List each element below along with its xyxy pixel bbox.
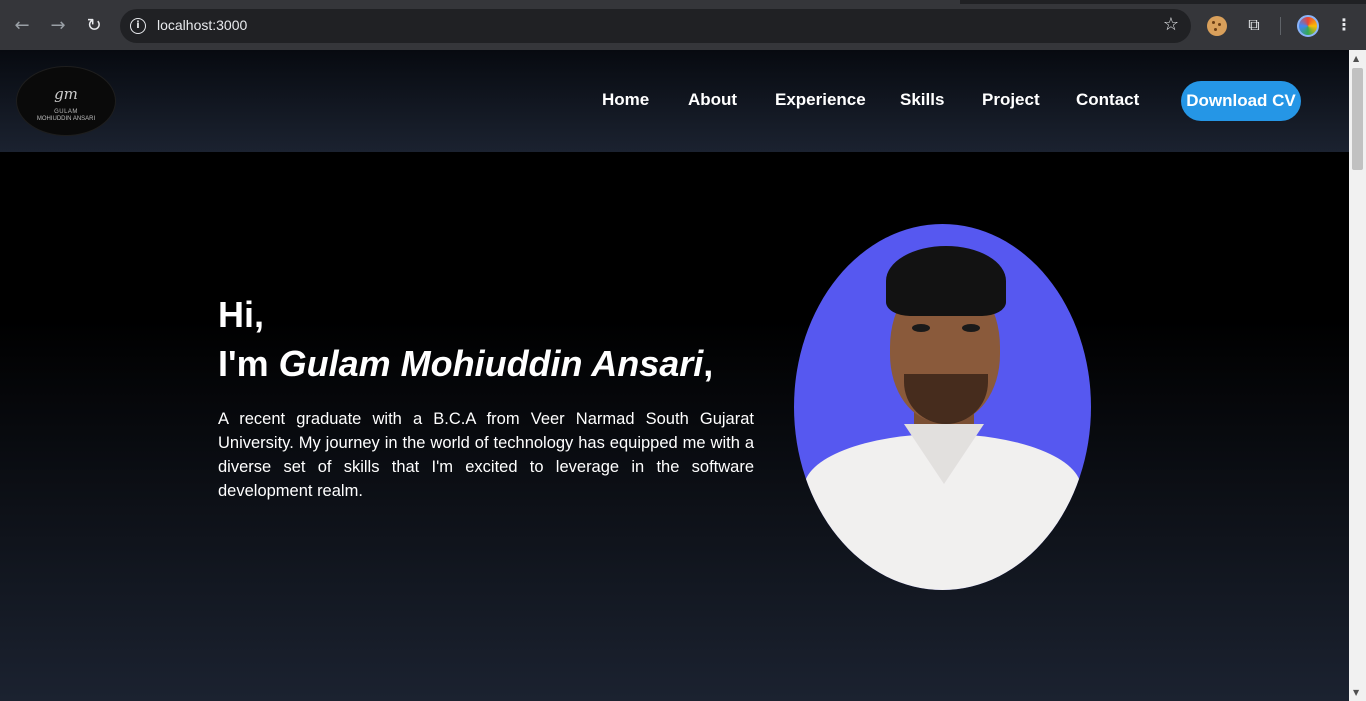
browser-toolbar: ← → ↻ i localhost:3000 ☆ ⧉ ⋮ [0, 0, 1366, 50]
site-header: gm GULAM MOHIUDDIN ANSARI Home About Exp… [0, 50, 1349, 152]
scrollbar-thumb[interactable] [1352, 68, 1363, 170]
tab-strip [0, 0, 1366, 4]
cookie-icon[interactable] [1207, 16, 1227, 36]
nav-about[interactable]: About [688, 90, 737, 110]
photo-eye-left [912, 324, 930, 332]
nav-experience[interactable]: Experience [775, 90, 866, 110]
logo-text-line2: MOHIUDDIN ANSARI [36, 116, 96, 122]
site-logo[interactable]: gm GULAM MOHIUDDIN ANSARI [16, 66, 116, 136]
logo-monogram: gm [54, 85, 78, 103]
nav-contact[interactable]: Contact [1076, 90, 1139, 110]
download-cv-button[interactable]: Download CV [1181, 81, 1301, 121]
reload-icon[interactable]: ↻ [82, 14, 106, 38]
profile-photo [794, 224, 1091, 590]
photo-hair [886, 246, 1006, 316]
nav-home[interactable]: Home [602, 90, 649, 110]
active-tab[interactable] [0, 0, 960, 4]
scroll-down-icon[interactable]: ▼ [1353, 688, 1359, 697]
logo-text-line1: GULAM [54, 109, 78, 115]
url-text[interactable]: localhost:3000 [157, 17, 247, 33]
menu-icon[interactable]: ⋮ [1333, 14, 1355, 36]
photo-eye-right [962, 324, 980, 332]
page-content: gm GULAM MOHIUDDIN ANSARI Home About Exp… [0, 50, 1349, 701]
hero-description: A recent graduate with a B.C.A from Veer… [218, 410, 754, 500]
forward-arrow-icon[interactable]: → [46, 14, 70, 38]
nav-project[interactable]: Project [982, 90, 1040, 110]
address-bar[interactable]: i localhost:3000 ☆ [120, 9, 1191, 43]
hero-intro-prefix: I'm [218, 343, 279, 384]
toolbar-divider [1280, 17, 1281, 35]
scroll-up-icon[interactable]: ▲ [1353, 54, 1359, 63]
hero-intro-suffix: , [703, 343, 714, 384]
profile-icon[interactable] [1297, 15, 1319, 37]
hero-name: Gulam Mohiuddin Ansari [278, 343, 704, 384]
hero-greeting: Hi, [218, 294, 265, 335]
star-icon[interactable]: ☆ [1163, 14, 1179, 35]
hero-intro: I'm Gulam Mohiuddin Ansari, [218, 343, 713, 385]
page-scrollbar[interactable]: ▲ ▼ [1349, 50, 1366, 701]
nav-skills[interactable]: Skills [900, 90, 944, 110]
puzzle-icon[interactable]: ⧉ [1243, 14, 1265, 36]
back-arrow-icon[interactable]: ← [10, 14, 34, 38]
info-icon[interactable]: i [130, 18, 146, 34]
